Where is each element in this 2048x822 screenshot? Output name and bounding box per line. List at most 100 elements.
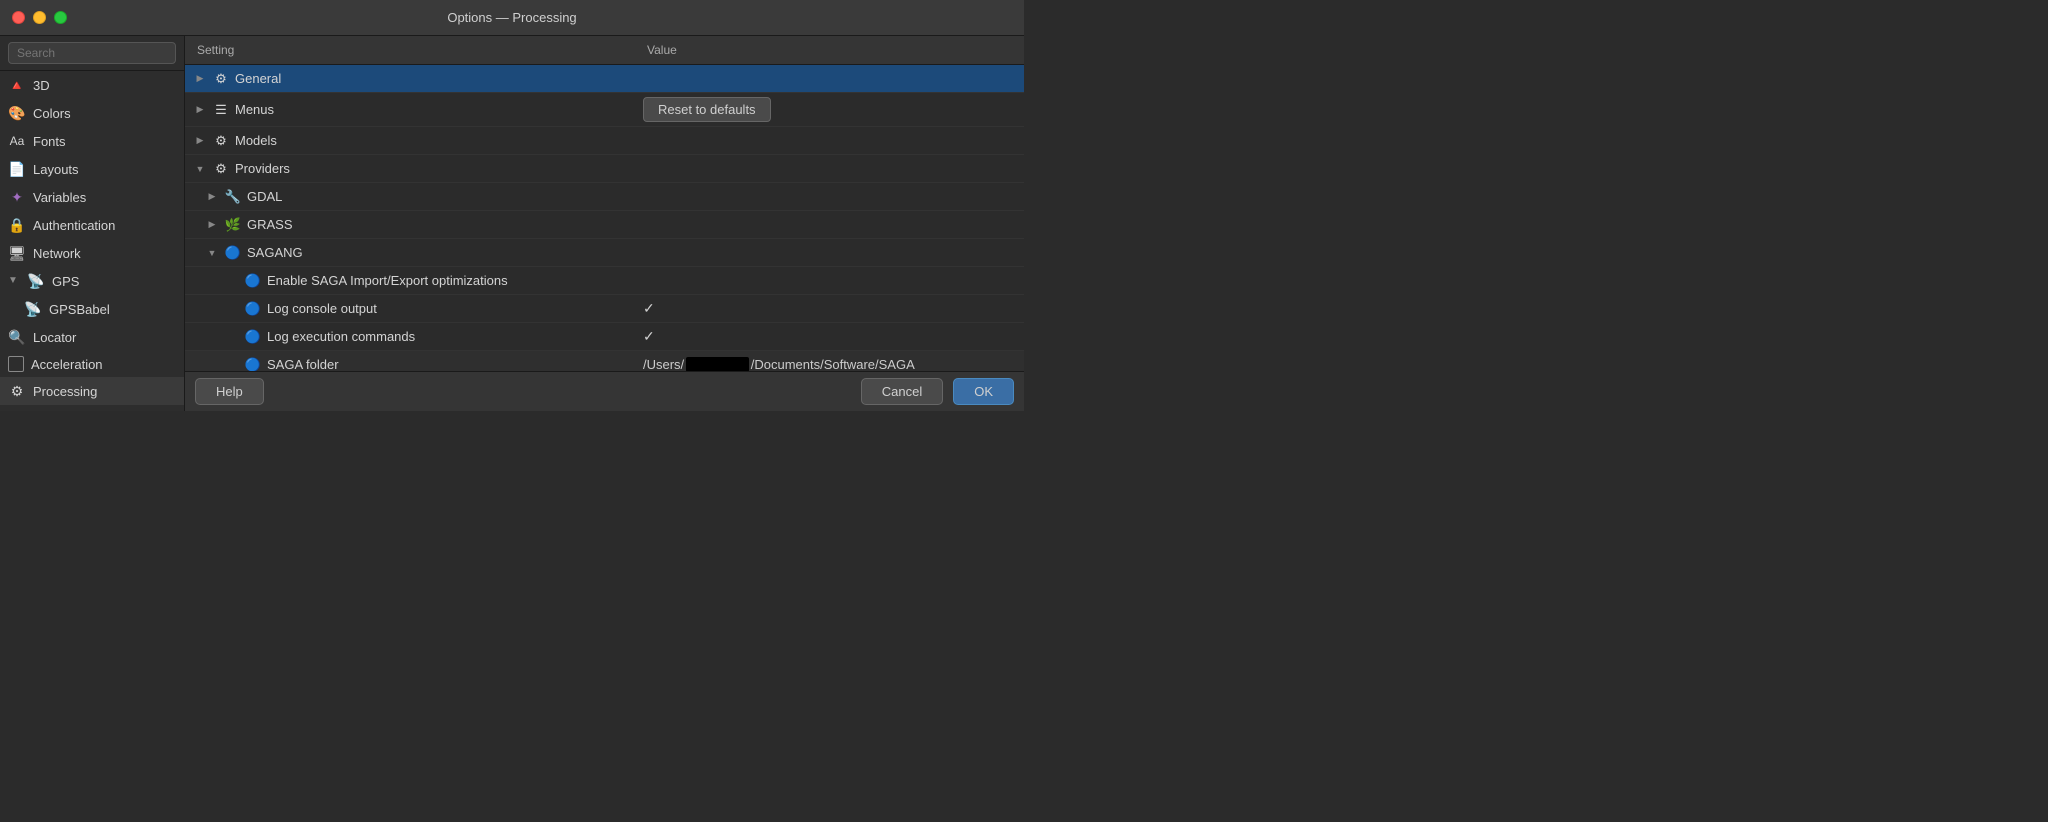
sidebar-item-colors[interactable]: 🎨 Colors bbox=[0, 99, 184, 127]
table-header: Setting Value bbox=[185, 36, 1024, 65]
sagang-label: SAGANG bbox=[247, 245, 303, 260]
row-value-providers bbox=[635, 165, 1024, 173]
table-row-providers[interactable]: ▼ ⚙ Providers bbox=[185, 155, 1024, 183]
providers-expand-icon[interactable]: ▼ bbox=[193, 162, 207, 176]
row-value-sagang bbox=[635, 249, 1024, 257]
colors-icon: 🎨 bbox=[8, 104, 26, 122]
value-column-header: Value bbox=[635, 40, 1024, 60]
footer-bar: Help Cancel OK bbox=[185, 371, 1024, 411]
processing-icon: ⚙ bbox=[8, 382, 26, 400]
row-setting-saga-folder: 🔵 SAGA folder bbox=[185, 353, 635, 372]
ide-icon: 📋 bbox=[27, 410, 45, 411]
saga-folder-redacted bbox=[686, 357, 749, 371]
row-value-general bbox=[635, 75, 1024, 83]
row-setting-log-exec: 🔵 Log execution commands bbox=[185, 325, 635, 349]
table-row-sagang[interactable]: ▼ 🔵 SAGANG bbox=[185, 239, 1024, 267]
row-setting-providers: ▼ ⚙ Providers bbox=[185, 157, 635, 181]
row-setting-gdal: ▶ 🔧 GDAL bbox=[185, 185, 635, 209]
cancel-button[interactable]: Cancel bbox=[861, 378, 943, 405]
locator-icon: 🔍 bbox=[8, 328, 26, 346]
sagang-expand-icon[interactable]: ▼ bbox=[205, 246, 219, 260]
gdal-expand-icon[interactable]: ▶ bbox=[205, 190, 219, 204]
saga-folder-label: SAGA folder bbox=[267, 357, 339, 371]
row-setting-saga-import: 🔵 Enable SAGA Import/Export optimization… bbox=[185, 269, 635, 293]
gps-icon: 📡 bbox=[27, 272, 45, 290]
table-row-menus[interactable]: ▶ ☰ Menus Reset to defaults bbox=[185, 93, 1024, 127]
table-row-saga-folder[interactable]: 🔵 SAGA folder /Users/ /Documents/Softwar… bbox=[185, 351, 1024, 371]
table-row-general[interactable]: ▶ ⚙ General bbox=[185, 65, 1024, 93]
sidebar-item-ide[interactable]: ▼ 📋 IDE bbox=[0, 405, 184, 411]
table-row-gdal[interactable]: ▶ 🔧 GDAL bbox=[185, 183, 1024, 211]
sidebar-item-layouts[interactable]: 📄 Layouts bbox=[0, 155, 184, 183]
sidebar-item-gps[interactable]: ▼ 📡 GPS bbox=[0, 267, 184, 295]
row-setting-general: ▶ ⚙ General bbox=[185, 67, 635, 91]
minimize-button[interactable] bbox=[33, 11, 46, 24]
menus-icon: ☰ bbox=[213, 102, 229, 118]
grass-expand-icon[interactable]: ▶ bbox=[205, 218, 219, 232]
sidebar-item-locator[interactable]: 🔍 Locator bbox=[0, 323, 184, 351]
table-row-grass[interactable]: ▶ 🌿 GRASS bbox=[185, 211, 1024, 239]
gdal-label: GDAL bbox=[247, 189, 282, 204]
window-title: Options — Processing bbox=[447, 10, 576, 25]
general-label: General bbox=[235, 71, 281, 86]
sidebar-item-variables[interactable]: ✦ Variables bbox=[0, 183, 184, 211]
models-icon: ⚙ bbox=[213, 133, 229, 149]
row-value-log-console: ✓ bbox=[635, 296, 1024, 321]
saga-import-icon: 🔵 bbox=[245, 273, 261, 289]
sidebar-item-authentication-label: Authentication bbox=[33, 218, 115, 233]
table-row-models[interactable]: ▶ ⚙ Models bbox=[185, 127, 1024, 155]
sidebar-item-authentication[interactable]: 🔒 Authentication bbox=[0, 211, 184, 239]
sidebar-item-gps-label: GPS bbox=[52, 274, 79, 289]
row-value-grass bbox=[635, 221, 1024, 229]
row-setting-grass: ▶ 🌿 GRASS bbox=[185, 213, 635, 237]
sidebar-item-3d[interactable]: 🔺 3D bbox=[0, 71, 184, 99]
search-bar bbox=[0, 36, 184, 71]
sagang-icon: 🔵 bbox=[225, 245, 241, 261]
sidebar-item-network-label: Network bbox=[33, 246, 81, 261]
saga-folder-icon: 🔵 bbox=[245, 357, 261, 372]
row-setting-models: ▶ ⚙ Models bbox=[185, 129, 635, 153]
fonts-icon: Aa bbox=[8, 132, 26, 150]
main-layout: 🔺 3D 🎨 Colors Aa Fonts 📄 Layouts ✦ Varia… bbox=[0, 36, 1024, 411]
log-console-icon: 🔵 bbox=[245, 301, 261, 317]
saga-folder-prefix: /Users/ bbox=[643, 357, 684, 371]
table-row-saga-import[interactable]: 🔵 Enable SAGA Import/Export optimization… bbox=[185, 267, 1024, 295]
log-exec-label: Log execution commands bbox=[267, 329, 415, 344]
help-button[interactable]: Help bbox=[195, 378, 264, 405]
row-value-menus: Reset to defaults bbox=[635, 93, 1024, 126]
table-row-log-console[interactable]: 🔵 Log console output ✓ bbox=[185, 295, 1024, 323]
close-button[interactable] bbox=[12, 11, 25, 24]
models-label: Models bbox=[235, 133, 277, 148]
sidebar-item-locator-label: Locator bbox=[33, 330, 76, 345]
row-value-log-exec: ✓ bbox=[635, 324, 1024, 349]
ok-button[interactable]: OK bbox=[953, 378, 1014, 405]
authentication-icon: 🔒 bbox=[8, 216, 26, 234]
sidebar-item-processing[interactable]: ⚙ Processing bbox=[0, 377, 184, 405]
table-row-log-exec[interactable]: 🔵 Log execution commands ✓ bbox=[185, 323, 1024, 351]
sidebar-list: 🔺 3D 🎨 Colors Aa Fonts 📄 Layouts ✦ Varia… bbox=[0, 71, 184, 411]
row-value-saga-folder: /Users/ /Documents/Software/SAGA bbox=[635, 353, 1024, 371]
grass-icon: 🌿 bbox=[225, 217, 241, 233]
gdal-icon: 🔧 bbox=[225, 189, 241, 205]
window-controls bbox=[12, 11, 67, 24]
reset-defaults-button[interactable]: Reset to defaults bbox=[643, 97, 771, 122]
sidebar-item-network[interactable]: 🖥 Network bbox=[0, 239, 184, 267]
models-expand-icon[interactable]: ▶ bbox=[193, 134, 207, 148]
sidebar-item-fonts[interactable]: Aa Fonts bbox=[0, 127, 184, 155]
setting-column-header: Setting bbox=[185, 40, 635, 60]
network-icon: 🖥 bbox=[8, 244, 26, 262]
providers-label: Providers bbox=[235, 161, 290, 176]
sidebar-item-gpsbabel-label: GPSBabel bbox=[49, 302, 110, 317]
menus-label: Menus bbox=[235, 102, 274, 117]
menus-expand-icon[interactable]: ▶ bbox=[193, 103, 207, 117]
acceleration-icon bbox=[8, 356, 24, 372]
sidebar-item-acceleration[interactable]: Acceleration bbox=[0, 351, 184, 377]
row-setting-log-console: 🔵 Log console output bbox=[185, 297, 635, 321]
content-area: Setting Value ▶ ⚙ General ▶ ☰ Menus bbox=[185, 36, 1024, 411]
gps-chevron-icon: ▼ bbox=[8, 275, 20, 287]
sidebar-item-gpsbabel[interactable]: 📡 GPSBabel bbox=[0, 295, 184, 323]
general-expand-icon[interactable]: ▶ bbox=[193, 72, 207, 86]
search-input[interactable] bbox=[8, 42, 176, 64]
maximize-button[interactable] bbox=[54, 11, 67, 24]
table-body: ▶ ⚙ General ▶ ☰ Menus Reset to defaults bbox=[185, 65, 1024, 371]
